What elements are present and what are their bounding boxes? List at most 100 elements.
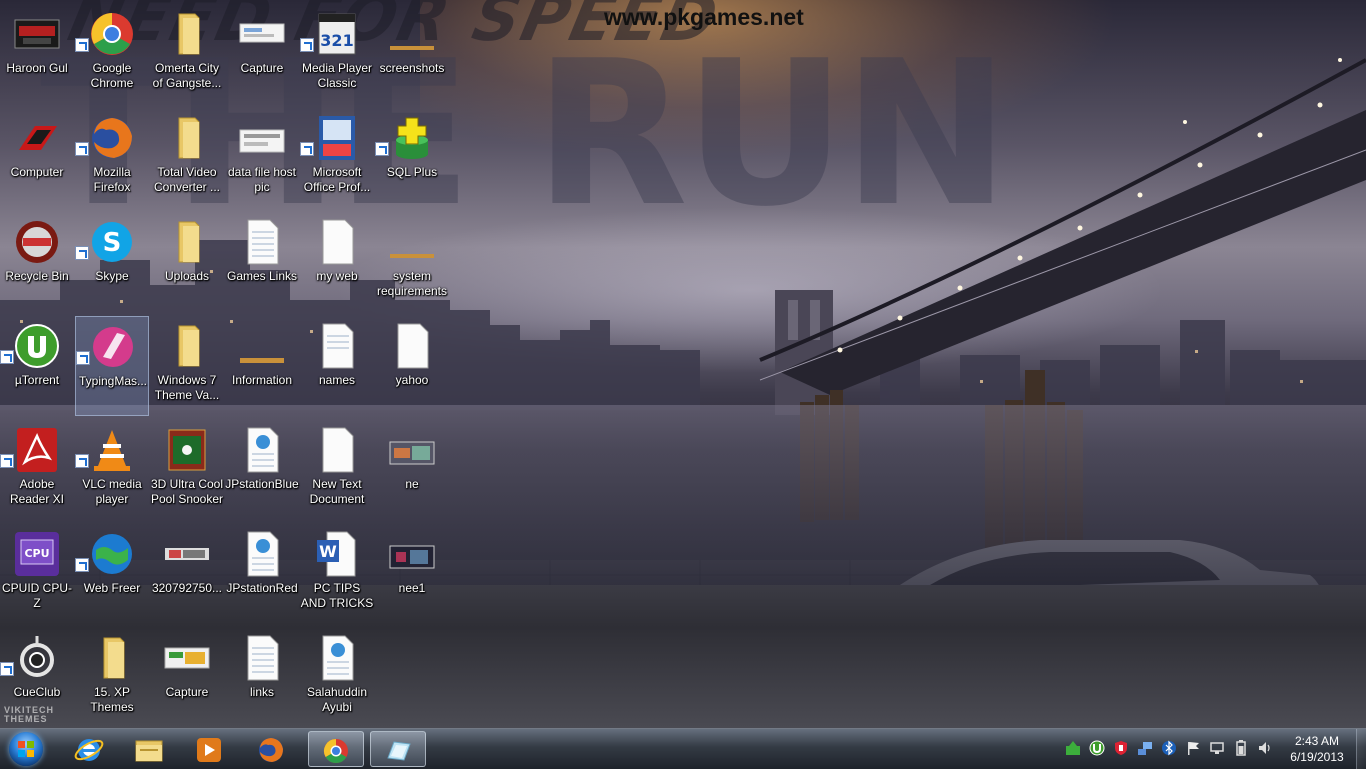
update-icon[interactable] [1065,740,1081,756]
bluetooth-icon[interactable] [1161,740,1177,756]
folder-icon [178,117,200,159]
clock-time: 2:43 AM [1294,734,1340,748]
desktop-icon-label: Recycle Bin [5,269,69,283]
desktop-icon-ne[interactable]: ne [375,420,449,520]
desktop-icon-mozilla-firefox[interactable]: Mozilla Firefox [75,108,149,208]
desktop-icon-typingmaster[interactable]: TypingMas... [75,316,149,416]
shortcut-arrow-icon [0,350,14,364]
desktop-icon-jpstationred[interactable]: JPstationRed [225,524,299,624]
desktop-icon-label: Adobe Reader XI [9,477,65,506]
desktop-icon-games-links[interactable]: Games Links [225,212,299,312]
taskbar-window[interactable] [370,731,426,767]
desktop-icon-salahuddin-ayubi[interactable]: Salahuddin Ayubi [300,628,374,728]
desktop-icon-recycle-bin[interactable]: Recycle Bin [0,212,74,312]
skype-icon: S [92,222,132,262]
desktop-icon-label: data file host pic [227,165,297,194]
display-network-icon[interactable] [1209,740,1225,756]
image-file-icon [389,441,435,465]
desktop-icon-media-player-classic[interactable]: 321 Media Player Classic [300,4,374,104]
desktop-icon-label: Total Video Converter ... [153,165,221,194]
desktop-icon-names[interactable]: names [300,316,374,416]
wallpaper-thumb-icon [14,19,60,49]
desktop-icon-capture-2[interactable]: Capture [150,628,224,728]
desktop-icon-label: 15. XP Themes [90,685,134,714]
desktop-icon-windows7-theme[interactable]: Windows 7 Theme Va... [150,316,224,416]
show-desktop-button[interactable] [1356,729,1366,769]
desktop-icon-label: Media Player Classic [301,61,373,90]
taskbar-windows-explorer[interactable] [122,731,178,767]
battery-icon[interactable] [1233,740,1249,756]
desktop-icon-information[interactable]: Information [225,316,299,416]
desktop-icon-data-file-host-pic[interactable]: data file host pic [225,108,299,208]
desktop-icon-system-requirements[interactable]: system requirements [375,212,449,312]
desktop-icon-skype[interactable]: S Skype [75,212,149,312]
desktop-icon-cueclub[interactable]: CueClub [0,628,74,728]
text-file-icon [247,635,279,681]
typingmaster-icon [93,327,133,367]
desktop-icon-microsoft-office[interactable]: Microsoft Office Prof... [300,108,374,208]
desktop-icon-nee1[interactable]: nee1 [375,524,449,624]
desktop-icon-label: PC TIPS AND TRICKS [300,581,374,610]
internet-explorer-icon [74,739,104,761]
desktop-icon-uploads[interactable]: Uploads [150,212,224,312]
shortcut-arrow-icon [300,142,314,156]
firefox-icon [259,738,283,762]
desktop-icon-label: Google Chrome [90,61,134,90]
desktop-icon-links[interactable]: links [225,628,299,728]
desktop-icon-adobe-reader[interactable]: Adobe Reader XI [0,420,74,520]
desktop-icon-omerta-city[interactable]: Omerta City of Gangste... [150,4,224,104]
system-clock[interactable]: 2:43 AM 6/19/2013 [1282,733,1352,765]
text-file-icon [397,323,429,369]
volume-icon[interactable] [1257,740,1273,756]
desktop-icon-label: Haroon Gul [6,61,68,75]
desktop-icon-yahoo[interactable]: yahoo [375,316,449,416]
desktop-icon-google-chrome[interactable]: Google Chrome [75,4,149,104]
desktop-icon-computer[interactable]: Computer [0,108,74,208]
desktop-icon-label: CueClub [13,685,61,699]
desktop-icon-screenshots[interactable]: screenshots [375,4,449,104]
utorrent-tray-icon[interactable] [1089,740,1105,756]
desktop-icon-label: ne [405,477,419,491]
wallpaper-website-text: www.pkgames.net [604,4,804,30]
desktop-icon-pc-tips-and-tricks[interactable]: W PC TIPS AND TRICKS [300,524,374,624]
shield-icon[interactable] [1113,740,1129,756]
network-icon[interactable] [1137,740,1153,756]
image-file-icon [240,358,284,363]
desktop-icon-320792750[interactable]: 320792750... [150,524,224,624]
desktop-icon-web-freer[interactable]: Web Freer [75,524,149,624]
adobe-reader-icon [17,428,57,472]
desktop-icon-total-video-converter[interactable]: Total Video Converter ... [150,108,224,208]
shortcut-arrow-icon [75,246,89,260]
utorrent-icon [15,324,59,368]
chrome-icon [91,13,133,55]
desktop-icon-label: µTorrent [14,373,60,387]
desktop-icon-new-text-document[interactable]: New Text Document [300,420,374,520]
action-center-flag-icon[interactable] [1185,740,1201,756]
desktop-icon-xp-themes[interactable]: 15. XP Themes [75,628,149,728]
svg-text:CPU: CPU [24,547,49,560]
taskbar: 2:43 AM 6/19/2013 [0,728,1366,769]
taskbar-internet-explorer[interactable] [62,731,118,767]
taskbar-firefox[interactable] [244,731,300,767]
shortcut-arrow-icon [75,558,89,572]
taskbar-media-player[interactable] [182,731,238,767]
text-file-icon [322,323,354,369]
desktop-icon-label: Omerta City of Gangste... [152,61,222,90]
desktop-icon-label: Skype [95,269,129,283]
image-file-icon [165,548,209,560]
desktop-icon-sql-plus[interactable]: SQL Plus [375,108,449,208]
desktop-icon-cpuz[interactable]: CPU CPUID CPU-Z [0,524,74,624]
desktop-icon-capture[interactable]: Capture [225,4,299,104]
svg-text:321: 321 [320,31,353,50]
desktop-icon-label: Windows 7 Theme Va... [154,373,220,402]
start-button[interactable] [2,730,52,768]
desktop-icon-utorrent[interactable]: µTorrent [0,316,74,416]
taskbar-chrome[interactable] [308,731,364,767]
desktop-icon-haroon-gul[interactable]: Haroon Gul [0,4,74,104]
desktop-icon-pool-snooker[interactable]: 3D Ultra Cool Pool Snooker [150,420,224,520]
text-file-icon [247,219,279,265]
desktop-icon-vlc[interactable]: VLC media player [75,420,149,520]
shortcut-arrow-icon [75,454,89,468]
desktop-icon-jpstationblue[interactable]: JPstationBlue [225,420,299,520]
desktop-icon-my-web[interactable]: my web [300,212,374,312]
